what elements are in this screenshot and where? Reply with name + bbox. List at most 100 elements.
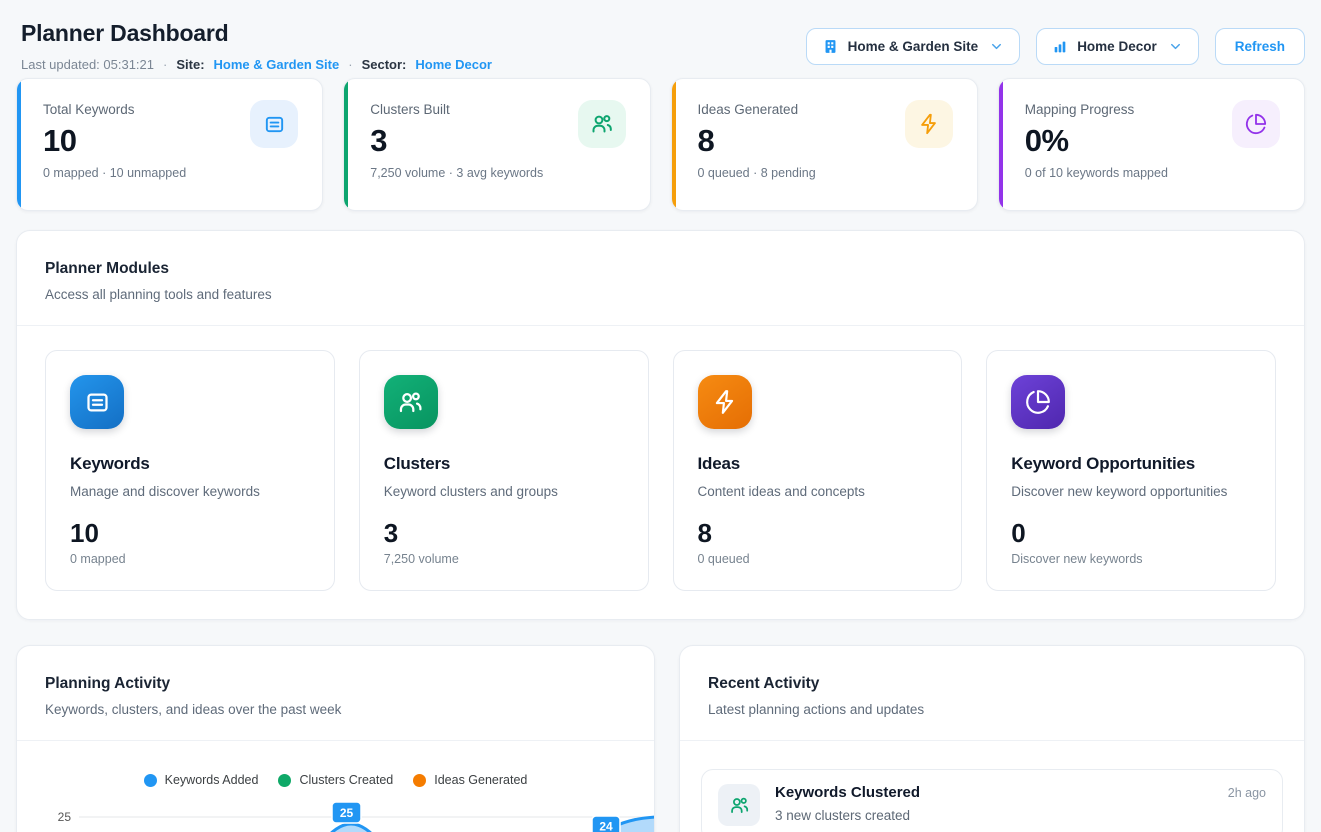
pie-chart-icon [1011, 375, 1065, 429]
stat-card-clusters-built: Clusters Built 3 7,250 volume · 3 avg ke… [343, 78, 650, 211]
modules-panel-header: Planner Modules Access all planning tool… [17, 231, 1304, 326]
stat-subtitle: 0 of 10 keywords mapped [1025, 166, 1280, 180]
activity-item-title: Keywords Clustered [775, 784, 920, 801]
stat-card-total-keywords: Total Keywords 10 0 mapped · 10 unmapped [16, 78, 323, 211]
module-card-clusters[interactable]: Clusters Keyword clusters and groups 3 7… [359, 350, 649, 591]
legend-dot-blue [144, 774, 157, 787]
activity-item-time: 2h ago [1228, 786, 1266, 800]
module-description: Keyword clusters and groups [384, 484, 624, 499]
site-label: Site: [176, 57, 204, 72]
module-card-keyword-opportunities[interactable]: Keyword Opportunities Discover new keywo… [986, 350, 1276, 591]
document-icon [250, 100, 298, 148]
legend-item-keywords-added[interactable]: Keywords Added [144, 773, 259, 787]
accent-bar [672, 79, 676, 210]
legend-item-ideas-generated[interactable]: Ideas Generated [413, 773, 527, 787]
module-title: Keywords [70, 454, 310, 474]
module-value: 10 [70, 520, 310, 547]
module-subtitle: 0 queued [698, 552, 938, 566]
accent-bar [344, 79, 348, 210]
last-updated-text: Last updated: 05:31:21 [21, 57, 154, 72]
page-header: Planner Dashboard Last updated: 05:31:21… [16, 20, 1305, 72]
module-subtitle: 0 mapped [70, 552, 310, 566]
building-icon [822, 38, 839, 55]
chevron-down-icon [989, 39, 1004, 54]
recent-activity-panel: Recent Activity Latest planning actions … [679, 645, 1305, 832]
stat-card-mapping-progress: Mapping Progress 0% 0 of 10 keywords map… [998, 78, 1305, 211]
users-icon [718, 784, 760, 826]
planner-dashboard-page: Planner Dashboard Last updated: 05:31:21… [0, 0, 1321, 832]
modules-grid: Keywords Manage and discover keywords 10… [17, 326, 1304, 591]
stat-subtitle: 7,250 volume · 3 avg keywords [370, 166, 625, 180]
svg-text:25: 25 [340, 806, 354, 820]
sector-selector-label: Home Decor [1077, 39, 1157, 54]
stat-subtitle: 0 queued · 8 pending [698, 166, 953, 180]
activity-item-keywords-clustered: Keywords Clustered 2h ago 3 new clusters… [701, 769, 1283, 832]
site-link[interactable]: Home & Garden Site [214, 57, 340, 72]
stat-subtitle: 0 mapped · 10 unmapped [43, 166, 298, 180]
module-title: Ideas [698, 454, 938, 474]
module-title: Keyword Opportunities [1011, 454, 1251, 474]
svg-text:24: 24 [599, 820, 613, 832]
activity-panel-header: Planning Activity Keywords, clusters, an… [17, 646, 654, 741]
header-controls: Home & Garden Site Home Decor Refresh [806, 28, 1305, 65]
stat-card-ideas-generated: Ideas Generated 8 0 queued · 8 pending [671, 78, 978, 211]
activity-subtitle: Keywords, clusters, and ideas over the p… [45, 702, 626, 717]
module-value: 3 [384, 520, 624, 547]
module-description: Discover new keyword opportunities [1011, 484, 1251, 499]
accent-bar [999, 79, 1003, 210]
accent-bar [17, 79, 21, 210]
recent-panel-header: Recent Activity Latest planning actions … [680, 646, 1304, 741]
meta-separator: · [163, 57, 167, 72]
sector-link[interactable]: Home Decor [415, 57, 492, 72]
bottom-row: Planning Activity Keywords, clusters, an… [16, 645, 1305, 832]
modules-subtitle: Access all planning tools and features [45, 287, 1276, 302]
module-subtitle: 7,250 volume [384, 552, 624, 566]
pie-chart-icon [1232, 100, 1280, 148]
zap-icon [698, 375, 752, 429]
module-value: 0 [1011, 520, 1251, 547]
header-meta: Last updated: 05:31:21 · Site: Home & Ga… [16, 57, 492, 72]
zap-icon [905, 100, 953, 148]
activity-item-body: Keywords Clustered 2h ago 3 new clusters… [775, 784, 1266, 823]
module-value: 8 [698, 520, 938, 547]
module-subtitle: Discover new keywords [1011, 552, 1251, 566]
module-card-keywords[interactable]: Keywords Manage and discover keywords 10… [45, 350, 335, 591]
legend-label: Clusters Created [299, 773, 393, 787]
modules-title: Planner Modules [45, 260, 1276, 278]
bar-chart-icon [1052, 39, 1068, 55]
data-label-badge-24: 24 [592, 816, 620, 832]
activity-chart: Keywords Added Clusters Created Ideas Ge… [17, 773, 654, 832]
stats-row: Total Keywords 10 0 mapped · 10 unmapped… [16, 78, 1305, 211]
activity-title: Planning Activity [45, 675, 626, 693]
users-icon [384, 375, 438, 429]
y-axis-tick: 25 [58, 810, 72, 824]
recent-title: Recent Activity [708, 675, 1276, 693]
document-icon [70, 375, 124, 429]
activity-item-top: Keywords Clustered 2h ago [775, 784, 1266, 801]
header-left: Planner Dashboard Last updated: 05:31:21… [16, 20, 492, 72]
module-title: Clusters [384, 454, 624, 474]
users-icon [578, 100, 626, 148]
module-description: Content ideas and concepts [698, 484, 938, 499]
legend-label: Ideas Generated [434, 773, 527, 787]
planning-activity-panel: Planning Activity Keywords, clusters, an… [16, 645, 655, 832]
line-chart-canvas: 25 25 24 [31, 796, 655, 832]
refresh-button[interactable]: Refresh [1215, 28, 1305, 65]
sector-selector-dropdown[interactable]: Home Decor [1036, 28, 1199, 65]
activity-item-description: 3 new clusters created [775, 808, 1266, 823]
site-selector-dropdown[interactable]: Home & Garden Site [806, 28, 1021, 65]
sector-label: Sector: [362, 57, 407, 72]
meta-separator: · [348, 57, 352, 72]
module-card-ideas[interactable]: Ideas Content ideas and concepts 8 0 que… [673, 350, 963, 591]
recent-subtitle: Latest planning actions and updates [708, 702, 1276, 717]
planner-modules-panel: Planner Modules Access all planning tool… [16, 230, 1305, 620]
page-title: Planner Dashboard [16, 20, 492, 47]
chevron-down-icon [1168, 39, 1183, 54]
legend-item-clusters-created[interactable]: Clusters Created [278, 773, 393, 787]
legend-dot-orange [413, 774, 426, 787]
recent-activity-list: Keywords Clustered 2h ago 3 new clusters… [680, 741, 1304, 832]
chart-legend: Keywords Added Clusters Created Ideas Ge… [17, 773, 654, 787]
legend-label: Keywords Added [165, 773, 259, 787]
legend-dot-green [278, 774, 291, 787]
data-label-badge-25: 25 [332, 802, 361, 823]
